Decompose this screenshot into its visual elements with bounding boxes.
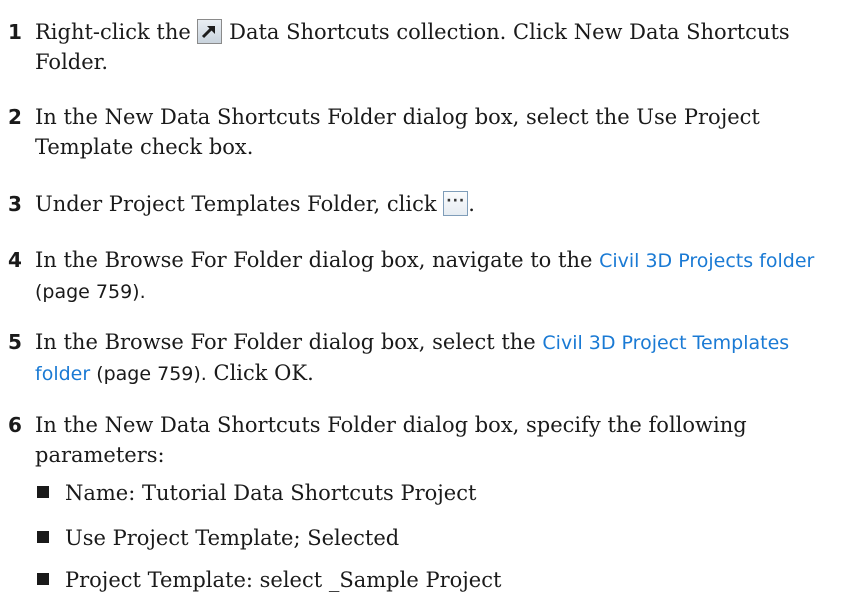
- civil-3d-projects-folder-link[interactable]: Civil 3D Projects folder: [599, 250, 814, 272]
- list-item: Project Template: select _Sample Project: [37, 565, 501, 595]
- list-item: Use Project Template; Selected: [37, 523, 399, 553]
- step-text: In the New Data Shortcuts Folder dialog …: [35, 413, 747, 467]
- step-text: In the Browse For Folder dialog box, sel…: [35, 327, 850, 389]
- bullet-icon: [37, 531, 49, 543]
- bullet-icon: [37, 486, 49, 498]
- list-item-text: Name: Tutorial Data Shortcuts Project: [65, 481, 477, 505]
- step-number: 3: [8, 192, 22, 216]
- step-number: 5: [8, 330, 22, 354]
- step-text-part: Under Project Templates Folder, click: [35, 192, 444, 216]
- step-text: Under Project Templates Folder, click ··…: [35, 189, 850, 219]
- step-text-part: Click OK.: [206, 361, 314, 385]
- list-item: Name: Tutorial Data Shortcuts Project: [37, 478, 476, 508]
- step-text: In the New Data Shortcuts Folder dialog …: [35, 105, 760, 159]
- step-text-part: In the Browse For Folder dialog box, sel…: [35, 330, 543, 354]
- list-item-text: Project Template: select _Sample Project: [65, 568, 502, 592]
- step-text: In the Browse For Folder dialog box, nav…: [35, 245, 850, 307]
- step-text: Right-click the Data Shortcuts collectio…: [35, 17, 850, 77]
- step-text-part: In the Browse For Folder dialog box, nav…: [35, 248, 600, 272]
- list-item-text: Use Project Template; Selected: [65, 526, 400, 550]
- step-number: 2: [8, 105, 22, 129]
- step-text-part: .: [468, 192, 475, 216]
- data-shortcuts-collection-icon: [197, 19, 223, 44]
- ellipsis-browse-icon: ···: [443, 191, 469, 216]
- step-number: 6: [8, 413, 22, 437]
- page-reference: (page 759).: [35, 281, 146, 303]
- step-number: 4: [8, 248, 22, 272]
- step-number: 1: [8, 20, 22, 44]
- page-reference: (page 759).: [90, 363, 207, 385]
- step-text-part: Right-click the: [35, 20, 198, 44]
- bullet-icon: [37, 573, 49, 585]
